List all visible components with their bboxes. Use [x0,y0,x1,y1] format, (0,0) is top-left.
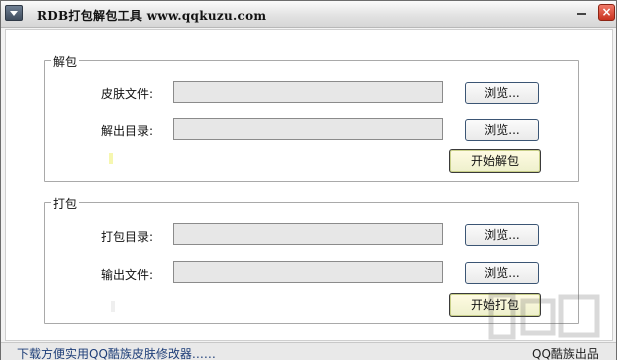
pack-dir-label: 打包目录: [101,230,154,244]
browse-output-file-button[interactable]: 浏览... [465,262,539,284]
title-bar[interactable]: RDB打包解包工具 www.qqkuzu.com × [1,1,616,28]
skin-file-field[interactable] [173,81,443,103]
output-dir-field[interactable] [173,118,443,140]
output-file-label: 输出文件: [101,268,154,282]
pack-group: 打包 打包目录: 浏览... 输出文件: 浏览... 开始打包 [44,195,579,324]
output-file-field[interactable] [173,261,443,283]
start-unpack-button[interactable]: 开始解包 [449,149,541,173]
unpack-group: 解包 皮肤文件: 浏览... 解出目录: 浏览... 开始解包 [44,53,579,182]
start-pack-button[interactable]: 开始打包 [449,293,541,317]
pack-dir-field[interactable] [173,223,443,245]
window-title: RDB打包解包工具 www.qqkuzu.com [37,9,267,23]
pack-group-label: 打包 [51,195,80,212]
browse-skin-file-button[interactable]: 浏览... [465,82,539,104]
browse-pack-dir-button[interactable]: 浏览... [465,224,539,246]
minimize-button[interactable] [571,4,591,22]
output-dir-label: 解出目录: [101,124,154,138]
skin-file-label: 皮肤文件: [101,87,154,101]
main-content: 解包 皮肤文件: 浏览... 解出目录: 浏览... 开始解包 打包 打包目录:… [5,29,613,341]
app-window: RDB打包解包工具 www.qqkuzu.com × 解包 皮肤文件: 浏览..… [0,0,617,360]
chevron-down-icon[interactable] [5,5,23,21]
close-icon[interactable]: × [598,4,615,21]
unpack-group-label: 解包 [51,53,80,70]
status-bar: 下载方便实用QQ酷族皮肤修改器…… QQ酷族出品 [1,342,616,360]
download-link[interactable]: 下载方便实用QQ酷族皮肤修改器…… [17,345,216,360]
publisher-label: QQ酷族出品 [532,347,599,360]
browse-output-dir-button[interactable]: 浏览... [465,119,539,141]
focus-marker [111,301,115,312]
focus-marker [109,153,113,164]
